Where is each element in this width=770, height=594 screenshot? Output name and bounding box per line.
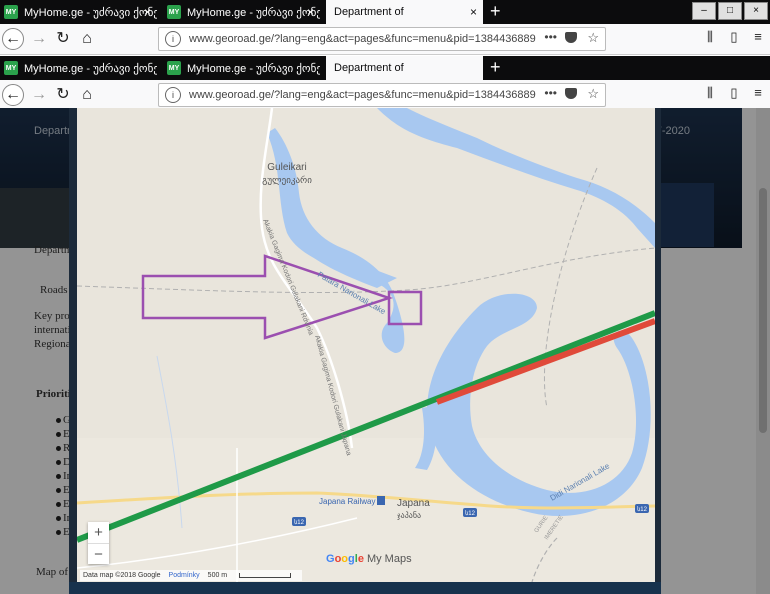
forward-icon[interactable]: → <box>28 28 50 50</box>
terms-link[interactable]: Podmínky <box>169 572 200 579</box>
library-icon[interactable]: ⫼ <box>698 29 722 45</box>
maximize-icon[interactable]: □ <box>718 2 742 20</box>
tab-label: Department of <box>334 62 404 74</box>
nav-bar: ← → ↻ ⌂ i www.georoad.ge/?lang=eng&act=p… <box>0 24 770 55</box>
map-svg: Guleikari გულეიკარი Patara Narionali Lak… <box>77 108 655 582</box>
road-shield-label: ს12 <box>637 506 647 513</box>
bookmark-star-icon[interactable]: ☆ <box>587 30 599 46</box>
tab-bar: MY MyHome.ge - უძრავი ქონება MY MyHome.g… <box>0 56 770 80</box>
road-shield: ს12 <box>463 508 477 517</box>
home-icon[interactable]: ⌂ <box>76 84 98 106</box>
road-shield-label: ს12 <box>294 519 304 526</box>
sidebar-icon[interactable]: ▯ <box>722 29 746 45</box>
sidebar-icon[interactable]: ▯ <box>722 85 746 101</box>
close-tab-icon[interactable]: × <box>307 5 314 19</box>
info-icon[interactable]: i <box>165 31 181 47</box>
tab-label: MyHome.ge - უძრავი ქონება <box>24 6 157 19</box>
map-canvas[interactable]: Guleikari გულეიკარი Patara Narionali Lak… <box>77 108 655 582</box>
back-icon[interactable]: ← <box>2 28 24 50</box>
page-actions-icon[interactable]: ••• <box>544 86 557 100</box>
browser-chrome-2: MY MyHome.ge - უძრავი ქონება MY MyHome.g… <box>0 56 770 111</box>
place-label-guleikari-ka: გულეიკარი <box>262 175 312 186</box>
forward-icon[interactable]: → <box>28 84 50 106</box>
myhome-favicon: MY <box>4 61 18 75</box>
page-actions-icon[interactable]: ••• <box>544 30 557 44</box>
tab-myhome-2[interactable]: MY MyHome.ge - უძრავი ქონება × <box>163 0 320 24</box>
close-tab-icon[interactable]: × <box>470 5 477 19</box>
url-text: www.georoad.ge/?lang=eng&act=pages&func=… <box>189 33 536 45</box>
myhome-favicon: MY <box>4 5 18 19</box>
tab-myhome-2[interactable]: MY MyHome.ge - უძრავი ქონება <box>163 56 320 80</box>
tab-department[interactable]: Department of × <box>326 0 483 24</box>
my-maps-label: My Maps <box>366 553 412 565</box>
url-bar[interactable]: i www.georoad.ge/?lang=eng&act=pages&fun… <box>158 83 606 107</box>
library-icon[interactable]: ⫼ <box>698 85 722 101</box>
nav-bar: ← → ↻ ⌂ i www.georoad.ge/?lang=eng&act=p… <box>0 80 770 111</box>
home-icon[interactable]: ⌂ <box>76 28 98 50</box>
menu-icon[interactable]: ≡ <box>746 85 770 101</box>
pocket-icon[interactable] <box>565 32 577 43</box>
tab-label: MyHome.ge - უძრავი ქონება <box>187 62 320 75</box>
zoom-in-button[interactable]: + <box>88 522 109 544</box>
url-bar[interactable]: i www.georoad.ge/?lang=eng&act=pages&fun… <box>158 27 606 51</box>
town-label-japana-ka: ჯაპანა <box>397 510 421 520</box>
tab-myhome-1[interactable]: MY MyHome.ge - უძრავი ქონება × <box>0 0 157 24</box>
scale-bar <box>239 573 292 578</box>
road-shield-label: ს12 <box>465 510 475 517</box>
road-shield: ს12 <box>635 504 649 513</box>
toolbar-right: ⫼ ▯ ≡ <box>698 29 770 45</box>
back-icon[interactable]: ← <box>2 84 24 106</box>
pocket-icon[interactable] <box>565 88 577 99</box>
url-text: www.georoad.ge/?lang=eng&act=pages&func=… <box>189 89 536 101</box>
myhome-favicon: MY <box>167 61 181 75</box>
google-my-maps-logo: Google My Maps <box>326 553 412 565</box>
railway-station-icon <box>377 496 385 505</box>
new-tab-icon[interactable]: + <box>490 58 501 76</box>
map-attribution: Data map ©2018 Google Podmínky 500 m <box>80 570 303 581</box>
place-label-guleikari: Guleikari <box>267 162 306 173</box>
town-label-japana: Japana <box>397 498 430 509</box>
modal-footer <box>69 582 661 594</box>
menu-icon[interactable]: ≡ <box>746 29 770 45</box>
tab-bar: MY MyHome.ge - უძრავი ქონება × MY MyHome… <box>0 0 770 24</box>
railway-station-label: Japana Railway <box>319 497 375 506</box>
tab-label: Department of <box>334 6 404 18</box>
reload-icon[interactable]: ↻ <box>52 84 74 106</box>
browser-chrome-1: MY MyHome.ge - უძრავი ქონება × MY MyHome… <box>0 0 770 55</box>
tab-myhome-1[interactable]: MY MyHome.ge - უძრავი ქონება <box>0 56 157 80</box>
zoom-control: + − <box>88 522 109 564</box>
attribution-text: Data map ©2018 Google <box>83 572 161 579</box>
tab-label: MyHome.ge - უძრავი ქონება <box>187 6 320 19</box>
close-tab-icon[interactable]: × <box>144 5 151 19</box>
info-icon[interactable]: i <box>165 87 181 103</box>
tab-label: MyHome.ge - უძრავი ქონება <box>24 62 157 75</box>
new-tab-icon[interactable]: + <box>490 2 501 20</box>
minimize-icon[interactable]: – <box>692 2 716 20</box>
bookmark-star-icon[interactable]: ☆ <box>587 86 599 102</box>
toolbar-right: ⫼ ▯ ≡ <box>698 85 770 101</box>
window-controls: – □ × <box>692 0 770 20</box>
reload-icon[interactable]: ↻ <box>52 28 74 50</box>
road-shield: ს12 <box>292 517 306 526</box>
zoom-out-button[interactable]: − <box>88 544 109 565</box>
google-logo: Google <box>326 553 364 565</box>
myhome-favicon: MY <box>167 5 181 19</box>
tab-department[interactable]: Department of <box>326 56 483 80</box>
scale-label: 500 m <box>207 572 228 579</box>
close-window-icon[interactable]: × <box>744 2 768 20</box>
